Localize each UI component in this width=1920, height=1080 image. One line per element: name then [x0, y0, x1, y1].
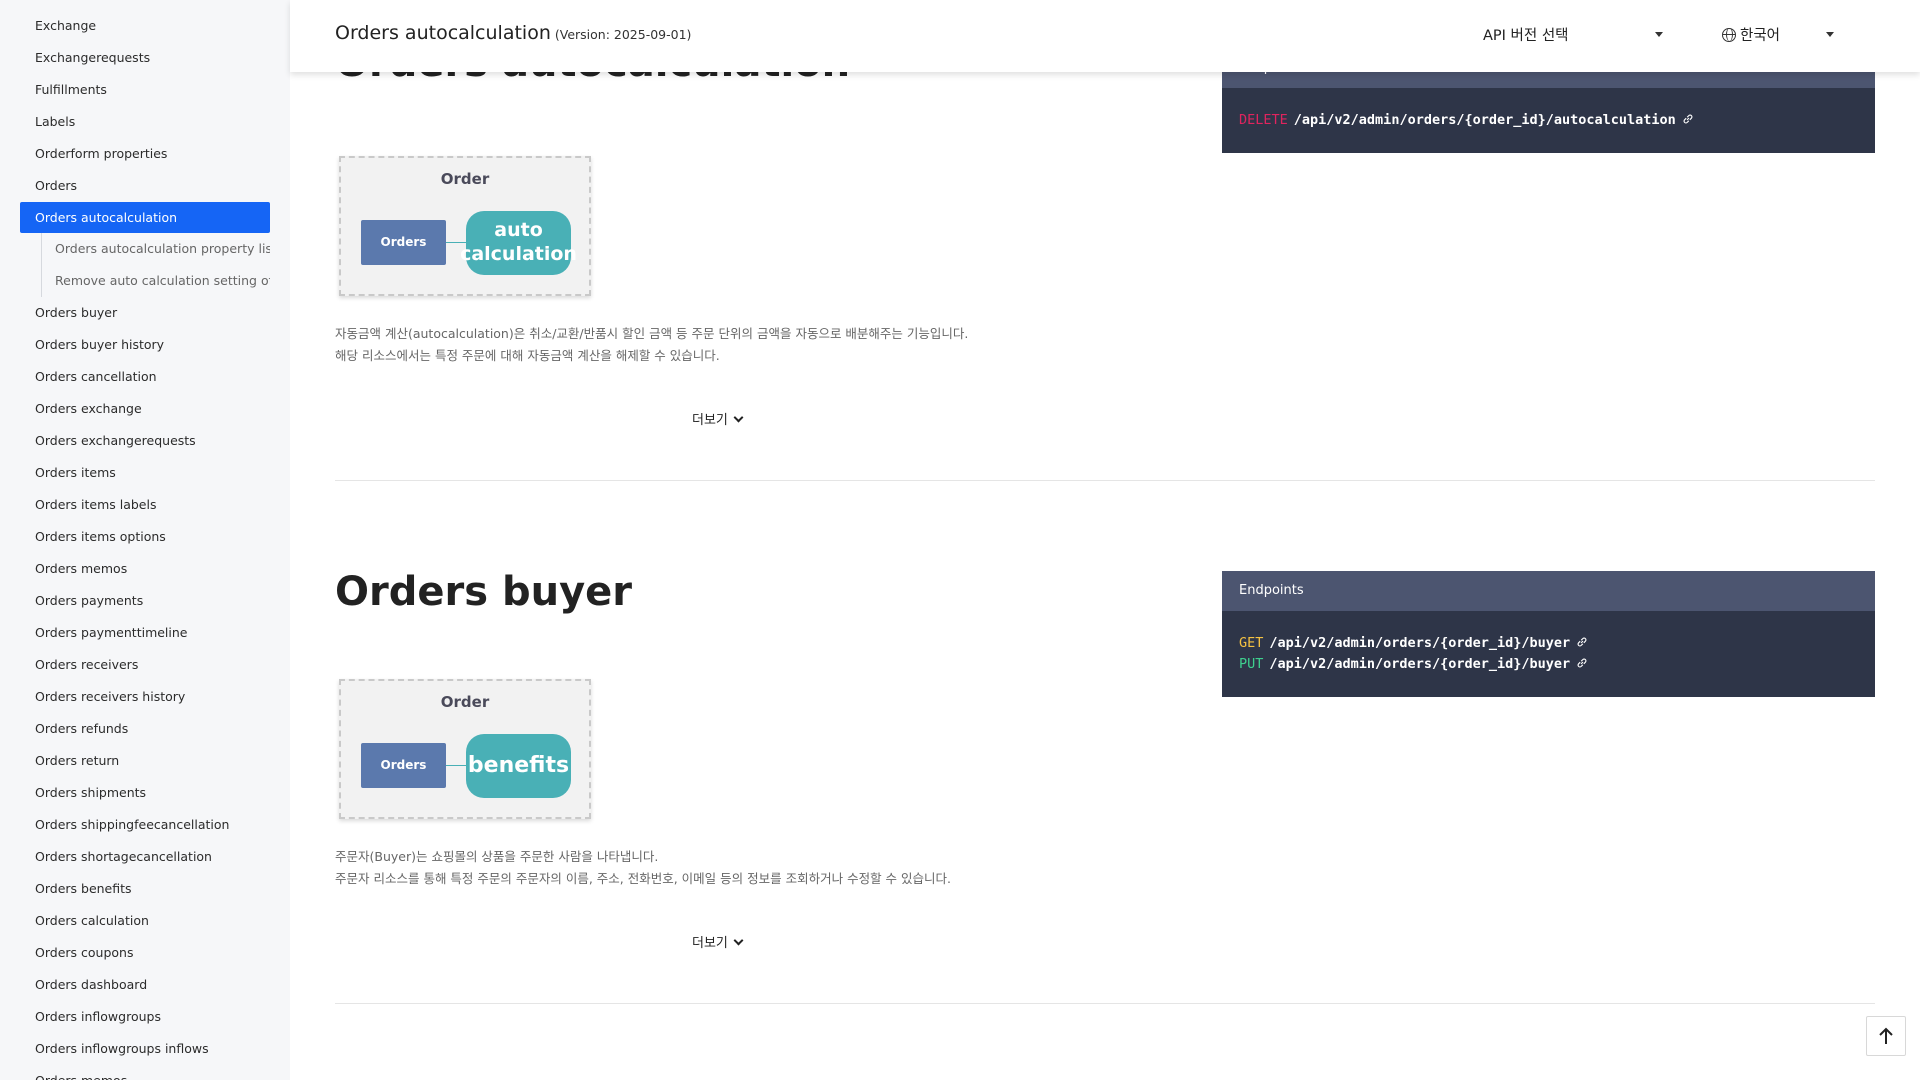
- buyer-description: 주문자(Buyer)는 쇼핑몰의 상품을 주문한 사람을 나타냅니다. 주문자 …: [335, 846, 951, 890]
- header-title: Orders autocalculation (Version: 2025-09-…: [335, 22, 691, 44]
- sidebar-item[interactable]: Orders cancellation: [0, 361, 290, 393]
- sidebar-item[interactable]: Orders inflowgroups inflows: [0, 1033, 290, 1065]
- api-version-select-label: API 버전 선택: [1483, 28, 1569, 44]
- description-line: 자동금액 계산(autocalculation)은 취소/교환/반품시 할인 금…: [335, 326, 969, 341]
- endpoint-path: /api/v2/admin/orders/{order_id}/buyer: [1269, 635, 1571, 651]
- endpoints-panel-buyer: Endpoints GET/api/v2/admin/orders/{order…: [1222, 571, 1875, 697]
- description-line: 해당 리소스에서는 특정 주문에 대해 자동금액 계산을 해제할 수 있습니다.: [335, 348, 720, 363]
- more-button-autocalculation[interactable]: 더보기: [692, 409, 744, 428]
- caret-down-icon: [1826, 32, 1834, 37]
- sidebar-item[interactable]: Orders memos: [0, 1065, 290, 1080]
- sidebar-item[interactable]: Orders items options: [0, 521, 290, 553]
- sidebar-item[interactable]: Fulfillments: [0, 74, 290, 106]
- section-divider: [335, 1003, 1875, 1004]
- diagram-connector: [446, 765, 466, 766]
- sidebar-item[interactable]: Orders shipments: [0, 777, 290, 809]
- top-header: Orders autocalculation (Version: 2025-09-…: [290, 0, 1920, 72]
- sidebar-item[interactable]: Orders dashboard: [0, 969, 290, 1001]
- chevron-down-icon: [733, 935, 744, 946]
- section-divider: [335, 480, 1875, 481]
- sidebar-list: Exchange Exchangerequests Fulfillments Labe…: [0, 0, 290, 1080]
- endpoint-row[interactable]: PUT/api/v2/admin/orders/{order_id}/buyer: [1239, 654, 1858, 675]
- caret-down-icon: [1655, 32, 1663, 37]
- sidebar-item[interactable]: Orders shippingfeecancellation: [0, 809, 290, 841]
- autocalculation-description: 자동금액 계산(autocalculation)은 취소/교환/반품시 할인 금…: [335, 323, 968, 367]
- sidebar-item[interactable]: Labels: [0, 106, 290, 138]
- sidebar-item[interactable]: Orders coupons: [0, 937, 290, 969]
- endpoints-list: GET/api/v2/admin/orders/{order_id}/buyer…: [1222, 611, 1875, 697]
- endpoints-header: Endpoints: [1222, 571, 1875, 611]
- sidebar-item[interactable]: Orders benefits: [0, 873, 290, 905]
- sidebar-item[interactable]: Orderform properties: [0, 138, 290, 170]
- sidebar-item[interactable]: Orders inflowgroups: [0, 1001, 290, 1033]
- section-title-buyer: Orders buyer: [335, 569, 632, 615]
- sidebar-subitem[interactable]: Orders autocalculation property list: [0, 233, 270, 265]
- description-line: 주문자(Buyer)는 쇼핑몰의 상품을 주문한 사람을 나타냅니다.: [335, 849, 659, 864]
- sidebar-item[interactable]: Orders items: [0, 457, 290, 489]
- link-icon[interactable]: [1576, 657, 1588, 669]
- endpoint-path: /api/v2/admin/orders/{order_id}/buyer: [1269, 656, 1571, 672]
- sidebar-item[interactable]: Orders exchangerequests: [0, 425, 290, 457]
- sidebar-item[interactable]: Orders receivers: [0, 649, 290, 681]
- sidebar-item[interactable]: Exchangerequests: [0, 42, 290, 74]
- diagram-benefits-pill: benefits: [466, 734, 571, 798]
- arrow-up-icon: [1879, 1027, 1893, 1044]
- endpoints-list: DELETE/api/v2/admin/orders/{order_id}/au…: [1222, 88, 1875, 153]
- sidebar-item[interactable]: Orders memos: [0, 553, 290, 585]
- sidebar-item[interactable]: Orders buyer history: [0, 329, 290, 361]
- diagram-title: Order: [440, 693, 490, 711]
- endpoint-method: PUT: [1239, 656, 1264, 672]
- sidebar-item[interactable]: Orders buyer: [0, 297, 290, 329]
- sidebar-item[interactable]: Orders autocalculation: [20, 202, 270, 233]
- sidebar-item[interactable]: Orders shortagecancellation: [0, 841, 290, 873]
- autocalculation-diagram: Order Orders auto calculation: [339, 156, 591, 296]
- main-content: Orders autocalculation Order Orders auto…: [290, 0, 1920, 1080]
- endpoint-path: /api/v2/admin/orders/{order_id}/autocalc…: [1293, 112, 1676, 128]
- sidebar-item[interactable]: Orders paymenttimeline: [0, 617, 290, 649]
- language-select-label: 한국어: [1740, 28, 1781, 44]
- endpoint-row[interactable]: GET/api/v2/admin/orders/{order_id}/buyer: [1239, 633, 1858, 654]
- diagram-orders-box: Orders: [361, 743, 446, 788]
- description-line: 주문자 리소스를 통해 특정 주문의 주문자의 이름, 주소, 전화번호, 이메…: [335, 871, 951, 886]
- language-select[interactable]: 한국어: [1722, 24, 1834, 45]
- sidebar-item[interactable]: Orders exchange: [0, 393, 290, 425]
- sidebar-item[interactable]: Exchange: [0, 10, 290, 42]
- sidebar-item[interactable]: Orders: [0, 170, 290, 202]
- endpoint-method: GET: [1239, 635, 1264, 651]
- sidebar-item[interactable]: Orders items labels: [0, 489, 290, 521]
- diagram-autocalculation-pill: auto calculation: [460, 211, 577, 275]
- buyer-diagram: Order Orders benefits: [339, 679, 591, 819]
- sidebar-item[interactable]: Orders receivers history: [0, 681, 290, 713]
- sidebar: Exchange Exchangerequests Fulfillments Labe…: [0, 0, 290, 1080]
- globe-icon: [1722, 28, 1736, 42]
- more-label: 더보기: [692, 413, 728, 428]
- sidebar-item[interactable]: Orders payments: [0, 585, 290, 617]
- header-title-text: Orders autocalculation: [335, 22, 551, 44]
- header-version: (Version: 2025-09-01): [554, 27, 692, 42]
- api-version-select[interactable]: API 버전 선택: [1483, 24, 1663, 45]
- endpoint-method: DELETE: [1239, 112, 1288, 128]
- sidebar-subitem[interactable]: Remove auto calculation setting of a: [0, 265, 270, 297]
- sidebar-item[interactable]: Orders calculation: [0, 905, 290, 937]
- link-icon[interactable]: [1576, 636, 1588, 648]
- more-label: 더보기: [692, 936, 728, 951]
- link-icon[interactable]: [1682, 113, 1694, 125]
- endpoint-row[interactable]: DELETE/api/v2/admin/orders/{order_id}/au…: [1239, 110, 1858, 131]
- diagram-title: Order: [440, 170, 490, 188]
- more-button-buyer[interactable]: 더보기: [692, 932, 744, 951]
- scroll-to-top-button[interactable]: [1866, 1016, 1906, 1056]
- sidebar-item[interactable]: Orders return: [0, 745, 290, 777]
- diagram-orders-box: Orders: [361, 220, 446, 265]
- sidebar-item[interactable]: Orders refunds: [0, 713, 290, 745]
- chevron-down-icon: [733, 412, 744, 423]
